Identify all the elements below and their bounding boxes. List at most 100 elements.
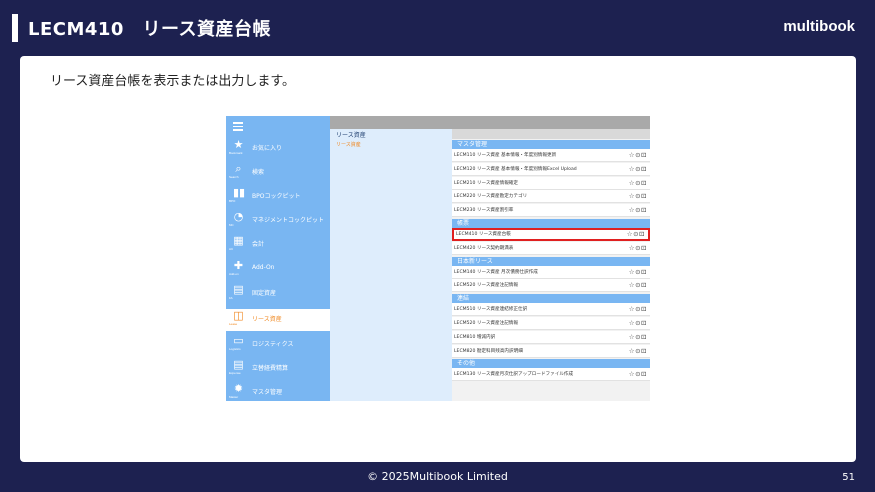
menu-row-label: LECM230 リース資産割引率	[454, 208, 514, 214]
search-icon: ⌕	[235, 162, 242, 175]
sidebar-item-label: リース資産	[252, 316, 282, 323]
row-action-icons[interactable]: ☆⊙⊡	[629, 281, 647, 289]
star-icon: ★	[233, 138, 244, 151]
menu-header-band	[452, 116, 650, 129]
sidebar-item-label: 立替経費精算	[252, 365, 289, 372]
sidebar-item-label: ロジスティクス	[252, 341, 294, 348]
row-action-icons[interactable]: ☆⊙⊡	[629, 333, 647, 341]
sidebar-item-sub: Search	[229, 175, 239, 179]
row-action-icons[interactable]: ☆⊙⊡	[629, 151, 647, 159]
menu-row[interactable]: LECM130 リース資産月次仕訳アップロードファイル作成 ☆⊙⊡	[452, 368, 650, 382]
slide-title-bar: LECM410 リース資産台帳	[12, 14, 271, 42]
asset-icon: ▤	[233, 283, 244, 296]
expense-icon: ▤	[233, 358, 244, 371]
sidebar-item-add-on[interactable]: ✚ Add-on Add-On	[226, 259, 330, 281]
sidebar-item-sub: MC	[229, 223, 234, 227]
menu-row-highlighted[interactable]: LECM410 リース資産台帳 ☆⊙⊡	[452, 228, 650, 241]
sidebar-item-expense[interactable]: ▤ Expense 立替経費精算	[226, 358, 330, 380]
gauge-icon: ◔	[233, 210, 244, 223]
category-panel: リース資産 リース資産	[330, 116, 452, 401]
menu-section-header: 日本新リース	[452, 256, 650, 266]
row-action-icons[interactable]: ☆⊙⊡	[629, 347, 647, 355]
addon-icon: ✚	[233, 259, 244, 272]
menu-row[interactable]: LECM420 リース契約期満表 ☆⊙⊡	[452, 241, 650, 255]
menu-row-label: LECM140 リース資産 月次債務仕訳作成	[454, 269, 538, 275]
sidebar-item-sub: Master	[229, 395, 239, 399]
sidebar-item-label: BPOコックピット	[252, 193, 301, 200]
content-card: リース資産台帳を表示または出力します。 ★ Bookmark お気に入り ⌕ Searc…	[20, 56, 856, 462]
row-action-icons[interactable]: ☆⊙⊡	[629, 192, 647, 200]
lease-icon: ◫	[233, 309, 244, 322]
menu-row[interactable]: LECM220 リース資産勘定カテゴリ ☆⊙⊡	[452, 190, 650, 204]
row-action-icons[interactable]: ☆⊙⊡	[629, 179, 647, 187]
app-screenshot: ★ Bookmark お気に入り ⌕ Search 検索 ▮▮ BPO BPOコックピット ◔ MC…	[226, 116, 650, 401]
row-action-icons[interactable]: ☆⊙⊡	[629, 305, 647, 313]
sidebar-item-label: マネジメントコックピット	[252, 217, 325, 224]
menu-row-label: LECM520 リース資産注記情報	[454, 321, 518, 326]
menu-row[interactable]: LECM520 リース資産注記情報 ☆⊙⊡	[452, 279, 650, 293]
menu-row-label: LECM130 リース資産月次仕訳アップロードファイル作成	[454, 372, 574, 378]
sidebar-item-label: お気に入り	[252, 145, 283, 152]
slide-description: リース資産台帳を表示または出力します。	[50, 74, 296, 89]
sidebar-item-lease[interactable]: ◫ Lease リース資産	[226, 309, 330, 331]
menu-row[interactable]: LECM120 リース資産 基本情報・年度別情報Excel Upload ☆⊙⊡	[452, 162, 650, 176]
slide-title: LECM410 リース資産台帳	[28, 19, 272, 40]
sidebar-item-fa[interactable]: ▤ FA 固定資産	[226, 283, 330, 305]
menu-section-header: その他	[452, 359, 650, 369]
menu-row-label: LECM520 リース資産注記情報	[454, 283, 518, 289]
row-action-icons[interactable]: ☆⊙⊡	[629, 165, 647, 173]
menu-row[interactable]: LECM510 リース資産連結修正仕訳 ☆⊙⊡	[452, 303, 650, 317]
sidebar-item-mc[interactable]: ◔ MC マネジメントコックピット	[226, 210, 330, 232]
row-action-icons[interactable]: ☆⊙⊡	[627, 230, 645, 238]
menu-row-label: LECM120 リース資産 基本情報・年度別情報Excel Upload	[454, 166, 577, 172]
category-title: リース資産	[336, 132, 366, 139]
sidebar-item-label: Add-On	[252, 264, 275, 271]
sidebar-item-sub: AC	[229, 247, 234, 251]
row-action-icons[interactable]: ☆⊙⊡	[629, 319, 647, 327]
sidebar-item-search[interactable]: ⌕ Search 検索	[226, 162, 330, 184]
menu-row[interactable]: LECM520 リース資産注記情報 ☆⊙⊡	[452, 317, 650, 330]
menu-row[interactable]: LECM110 リース資産 基本情報・年度別情報更新 ☆⊙⊡	[452, 149, 650, 162]
row-action-icons[interactable]: ☆⊙⊡	[629, 244, 647, 252]
sidebar-item-sub: Add-on	[229, 272, 239, 276]
menu-subheader-band	[452, 129, 650, 139]
menu-row-label: LECM420 リース契約期満表	[454, 245, 514, 251]
menu-section-header: マスタ管理	[452, 140, 650, 149]
menu-row-label: LECM510 リース資産連結修正仕訳	[454, 307, 528, 313]
menu-row[interactable]: LECM810 増減内訳 ☆⊙⊡	[452, 330, 650, 344]
brand-logo: multibook	[783, 18, 855, 35]
sidebar-item-logistics[interactable]: ▭ Logistics ロジスティクス	[226, 334, 330, 356]
users-icon: ▮▮	[233, 186, 246, 199]
hamburger-menu-icon[interactable]	[233, 122, 243, 131]
gear-icon: ✹	[233, 382, 244, 395]
menu-row-label: LECM410 リース資産台帳	[456, 232, 511, 237]
menu-panel: マスタ管理 LECM110 リース資産 基本情報・年度別情報更新 ☆⊙⊡ LECM12…	[452, 116, 650, 401]
sidebar-item-bpo[interactable]: ▮▮ BPO BPOコックピット	[226, 186, 330, 208]
footer-copyright: © 2025Multibook Limited	[367, 470, 508, 483]
row-action-icons[interactable]: ☆⊙⊡	[629, 206, 647, 214]
sidebar-item-label: マスタ管理	[252, 389, 283, 396]
sidebar-item-sub: Logistics	[229, 347, 241, 351]
category-selected-item[interactable]: リース資産	[336, 141, 361, 148]
sidebar-item-label: 固定資産	[252, 290, 277, 297]
sidebar-item-ac[interactable]: ▦ AC 会計	[226, 234, 330, 256]
sidebar-item-master[interactable]: ✹ Master マスタ管理	[226, 382, 330, 401]
truck-icon: ▭	[233, 334, 244, 347]
sidebar-item-sub: Lease	[229, 322, 238, 326]
menu-row[interactable]: LECM820 勘定科目残高内訳明細 ☆⊙⊡	[452, 344, 650, 358]
menu-row[interactable]: LECM210 リース資産情報確定 ☆⊙⊡	[452, 176, 650, 190]
menu-row-label: LECM820 勘定科目残高内訳明細	[454, 348, 523, 354]
menu-row-label: LECM220 リース資産勘定カテゴリ	[454, 194, 528, 200]
app-sidebar: ★ Bookmark お気に入り ⌕ Search 検索 ▮▮ BPO BPOコックピット ◔ MC…	[226, 116, 330, 401]
menu-row-label: LECM210 リース資産情報確定	[454, 180, 518, 186]
sidebar-item-label: 会計	[252, 241, 265, 248]
row-action-icons[interactable]: ☆⊙⊡	[629, 268, 647, 276]
menu-row-label: LECM810 増減内訳	[454, 334, 496, 340]
menu-row[interactable]: LECM140 リース資産 月次債務仕訳作成 ☆⊙⊡	[452, 265, 650, 279]
sidebar-item-label: 検索	[252, 169, 265, 176]
category-header-band	[330, 116, 452, 129]
row-action-icons[interactable]: ☆⊙⊡	[629, 370, 647, 378]
menu-row[interactable]: LECM230 リース資産割引率 ☆⊙⊡	[452, 204, 650, 218]
sidebar-item-sub: BPO	[229, 199, 236, 203]
sidebar-item-bookmark[interactable]: ★ Bookmark お気に入り	[226, 138, 330, 160]
